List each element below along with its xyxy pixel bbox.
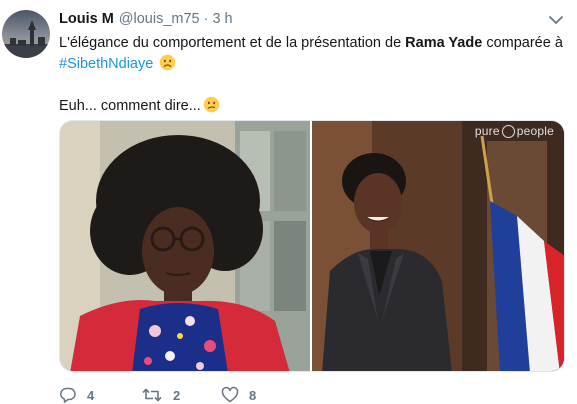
tweet: Louis M @louis_m75 · 3 h L'élégance du c… — [0, 0, 577, 404]
tweet-line-2: #SibethNdiaye — [59, 54, 564, 75]
like-count: 8 — [249, 387, 257, 403]
tweet-line-1: L'élégance du comportement et de la prés… — [59, 33, 564, 54]
retweet-button[interactable]: 2 — [141, 386, 221, 404]
reply-count: 4 — [87, 387, 95, 403]
worried-face-icon — [160, 54, 176, 71]
retweet-icon — [142, 388, 162, 402]
header-separator: · — [203, 11, 209, 27]
photo-right[interactable]: pure people — [312, 121, 564, 371]
tweet-text-suffix: comparée à — [482, 35, 563, 51]
reply-icon — [60, 387, 76, 403]
heart-icon — [221, 386, 239, 403]
avatar[interactable] — [2, 10, 50, 58]
tweet-line-3: Euh... comment dire... — [59, 96, 564, 117]
author-name[interactable]: Louis M — [59, 11, 114, 27]
tweet-text-prefix: L'élégance du comportement et de la prés… — [59, 35, 406, 51]
chevron-down-icon[interactable] — [548, 13, 564, 27]
watermark-logo-icon — [501, 124, 515, 138]
photo-left[interactable] — [60, 121, 310, 371]
tweet-text-line3: Euh... comment dire... — [59, 98, 201, 114]
retweet-count: 2 — [173, 387, 181, 403]
author-handle[interactable]: @louis_m75 — [119, 11, 200, 27]
like-button[interactable]: 8 — [221, 386, 256, 404]
hashtag-link[interactable]: #SibethNdiaye — [59, 56, 153, 72]
tweet-time[interactable]: 3 h — [212, 11, 232, 27]
photo-watermark: pure people — [475, 124, 554, 138]
tweet-text: L'élégance du comportement et de la prés… — [59, 33, 564, 117]
tweet-media: pure people — [59, 120, 565, 372]
mention-bold: Rama Yade — [405, 35, 483, 51]
watermark-right-text: people — [516, 124, 554, 138]
tweet-actions: 4 2 8 — [59, 386, 256, 404]
tweet-header: Louis M @louis_m75 · 3 h — [59, 11, 233, 27]
confused-face-icon — [203, 96, 220, 113]
watermark-left-text: pure — [474, 124, 500, 138]
reply-button[interactable]: 4 — [59, 386, 141, 404]
